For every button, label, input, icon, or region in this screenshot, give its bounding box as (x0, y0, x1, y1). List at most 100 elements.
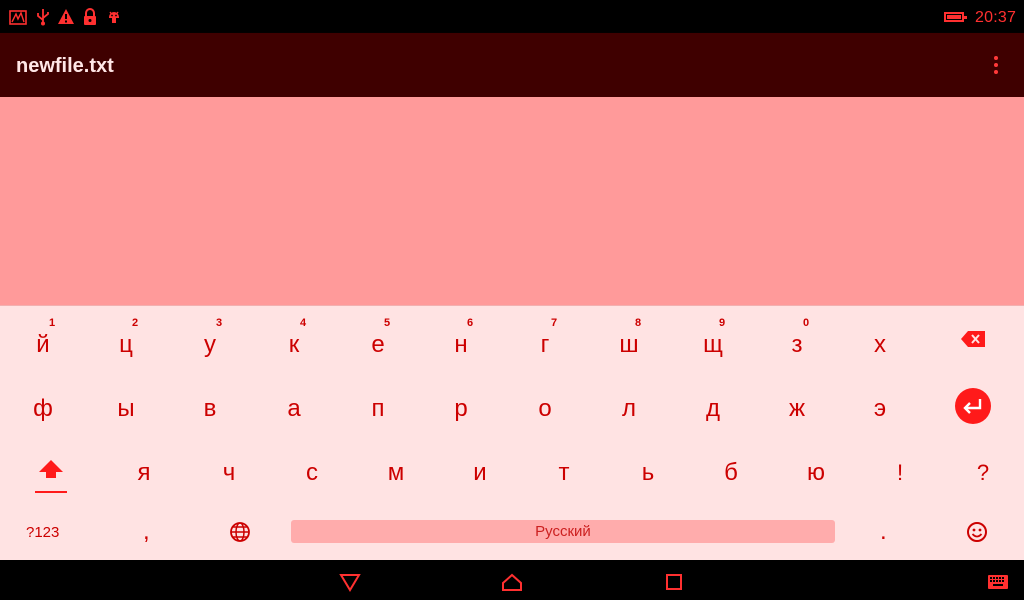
key-hint: 9 (719, 317, 726, 329)
key-row1-9[interactable]: з0 (767, 317, 827, 359)
key-hint: 4 (300, 317, 307, 329)
more-vert-icon[interactable] (986, 53, 1006, 79)
key-row2-10[interactable]: э (850, 395, 910, 423)
key-hint: 3 (216, 317, 223, 329)
key-row1-6[interactable]: г7 (515, 317, 575, 359)
key-row2-0[interactable]: ф (13, 395, 73, 423)
key-label: м (387, 459, 405, 486)
shift-icon[interactable] (34, 456, 68, 496)
key-row2-4[interactable]: п (348, 395, 408, 423)
key-label: ю (807, 459, 825, 486)
battery-icon (944, 12, 967, 22)
key-row3-8[interactable]: ю (786, 459, 846, 487)
key-row1-5[interactable]: н6 (431, 317, 491, 359)
key-hint: 1 (49, 317, 56, 329)
key-row3-2[interactable]: с (282, 459, 342, 487)
key-label: я (137, 459, 151, 486)
key-row3-1[interactable]: ч (199, 459, 259, 487)
key-label: ? (976, 460, 990, 485)
text-editor-area[interactable] (0, 97, 1024, 305)
backspace-icon[interactable] (960, 330, 986, 348)
status-bar: 20:37 (0, 0, 1024, 33)
key-hint: 2 (132, 317, 139, 329)
key-hint: 7 (551, 317, 558, 329)
usb-icon (37, 9, 49, 26)
back-icon[interactable] (338, 572, 362, 592)
key-row2-9[interactable]: ж (767, 395, 827, 423)
key-row2-2[interactable]: в (180, 395, 240, 423)
key-row1-3[interactable]: к4 (264, 317, 324, 359)
key-label: ф (33, 395, 53, 422)
home-icon[interactable] (500, 572, 524, 592)
key-hint: 8 (635, 317, 642, 329)
key-hint: 0 (803, 317, 810, 329)
period-key[interactable]: . (880, 518, 887, 546)
key-row3-0[interactable]: я (114, 459, 174, 487)
space-key[interactable]: Русский (291, 520, 835, 543)
app-bar: newfile.txt (0, 33, 1024, 97)
enter-icon[interactable] (955, 388, 991, 424)
key-row3-3[interactable]: м (366, 459, 426, 487)
key-row2-6[interactable]: о (515, 395, 575, 423)
key-row3-10[interactable]: ? (953, 459, 1013, 487)
key-label: д (705, 395, 720, 422)
key-label: г (540, 331, 550, 358)
key-label: з (791, 331, 803, 358)
key-row3-7[interactable]: б (701, 459, 761, 487)
key-label: а (287, 395, 301, 422)
key-label: ы (117, 395, 135, 422)
lock-icon (84, 8, 96, 25)
key-row1-7[interactable]: ш8 (599, 317, 659, 359)
key-label: х (874, 331, 886, 358)
key-label: в (203, 395, 217, 422)
key-label: ч (222, 459, 236, 486)
key-row3-9[interactable]: ! (870, 459, 930, 487)
key-row3-5[interactable]: т (534, 459, 594, 487)
key-label: п (371, 395, 385, 422)
key-label: ц (119, 331, 133, 358)
key-label: ж (788, 395, 806, 422)
key-label: к (288, 331, 300, 358)
key-row1-8[interactable]: щ9 (683, 317, 743, 359)
key-row2-3[interactable]: а (264, 395, 324, 423)
navigation-bar (0, 560, 1024, 600)
key-label: о (538, 395, 552, 422)
key-label: ь (641, 459, 655, 486)
status-clock: 20:37 (975, 9, 1017, 26)
notification-icon (9, 10, 27, 25)
key-row2-7[interactable]: л (599, 395, 659, 423)
soft-keyboard: й1ц2у3к4е5н6г7ш8щ9з0х фывапролджэ ячсмит… (0, 305, 1024, 560)
key-label: ! (896, 460, 904, 485)
key-label: и (473, 459, 487, 486)
page-title: newfile.txt (16, 55, 114, 77)
key-label: р (454, 395, 468, 422)
warning-icon (58, 9, 74, 24)
key-row2-5[interactable]: р (431, 395, 491, 423)
key-row1-1[interactable]: ц2 (96, 317, 156, 359)
key-label: й (36, 331, 50, 358)
key-row1-4[interactable]: е5 (348, 317, 408, 359)
key-label: б (724, 459, 738, 486)
key-label: е (371, 331, 385, 358)
comma-key[interactable]: , (143, 518, 150, 546)
key-row3-4[interactable]: и (450, 459, 510, 487)
emoji-icon[interactable] (966, 521, 988, 543)
android-debug-icon (109, 11, 119, 23)
key-label: т (558, 459, 570, 486)
key-row3-6[interactable]: ь (618, 459, 678, 487)
keyboard-switch-icon[interactable] (987, 574, 1009, 590)
globe-icon[interactable] (229, 521, 251, 543)
key-row2-8[interactable]: д (683, 395, 743, 423)
key-row2-1[interactable]: ы (96, 395, 156, 423)
recents-icon[interactable] (662, 572, 686, 592)
key-hint: 6 (467, 317, 474, 329)
key-row1-2[interactable]: у3 (180, 317, 240, 359)
symbols-key[interactable]: ?123 (26, 524, 59, 541)
key-row1-10[interactable]: х (850, 331, 910, 359)
key-label: э (873, 395, 887, 422)
key-label: н (454, 331, 468, 358)
key-row1-0[interactable]: й1 (13, 317, 73, 359)
key-label: с (306, 459, 318, 486)
key-label: л (621, 395, 636, 422)
key-label: у (204, 331, 216, 358)
